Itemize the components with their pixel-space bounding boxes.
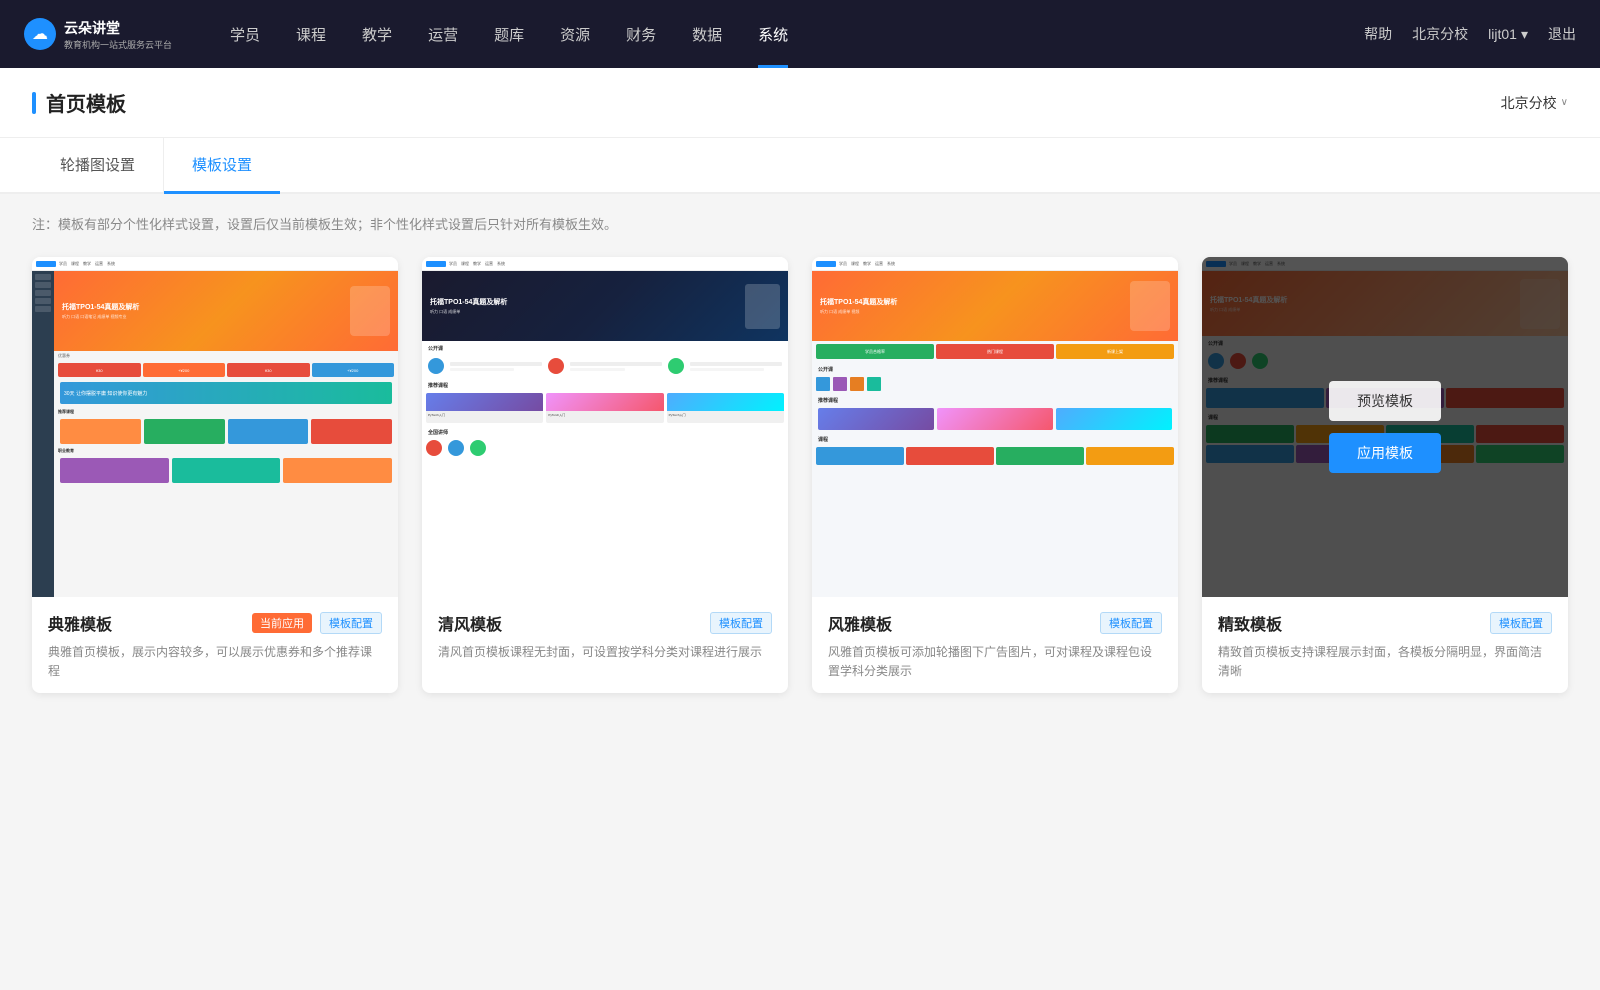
template-card-jingzhi: 学员课程教学运营系统 托福TPO1-54真题及解析 听力 口语 成绩单 公开课	[1202, 257, 1568, 693]
nav-item-teaching[interactable]: 教学	[344, 0, 410, 68]
navbar: ☁ 云朵讲堂 教育机构一站式服务云平台 学员 课程 教学 运营 题库 资源 财务…	[0, 0, 1600, 68]
template-name-qingfeng: 清风模板	[438, 611, 502, 635]
card-footer-jingzhi: 精致模板 模板配置 精致首页模板支持课程展示封面，各模板分隔明显，界面简洁清晰	[1202, 597, 1568, 693]
page-title: 首页模板	[46, 88, 126, 117]
main-content: 首页模板 北京分校 ∨ 轮播图设置 模板设置 注：模板有部分个性化样式设置，设置…	[0, 68, 1600, 990]
brand-logo[interactable]: ☁ 云朵讲堂 教育机构一站式服务云平台	[24, 18, 172, 51]
template-overlay-jingzhi: 预览模板 应用模板	[1202, 257, 1568, 597]
template-preview-qingfeng: 学员课程教学运营系统 托福TPO1-54真题及解析 听力 口语 成绩单 公开课	[422, 257, 788, 597]
preview-button-jingzhi[interactable]: 预览模板	[1329, 381, 1441, 421]
note-bar: 注：模板有部分个性化样式设置，设置后仅当前模板生效；非个性化样式设置后只针对所有…	[32, 194, 1568, 257]
current-badge-dianyang: 当前应用	[252, 613, 312, 633]
title-bar	[32, 92, 36, 114]
nav-item-finance[interactable]: 财务	[608, 0, 674, 68]
nav-item-data[interactable]: 数据	[674, 0, 740, 68]
template-desc-jingzhi: 精致首页模板支持课程展示封面，各模板分隔明显，界面简洁清晰	[1218, 643, 1552, 681]
nav-item-operations[interactable]: 运营	[410, 0, 476, 68]
config-badge-jingzhi[interactable]: 模板配置	[1490, 612, 1552, 634]
template-card-fengya: 学员课程教学运营系统 托福TPO1-54真题及解析 听力 口语 成绩单 视频 学…	[812, 257, 1178, 693]
cloud-icon: ☁	[24, 18, 56, 50]
nav-item-students[interactable]: 学员	[212, 0, 278, 68]
username: lijt01	[1488, 26, 1517, 42]
nav-item-system[interactable]: 系统	[740, 0, 806, 68]
template-preview-fengya: 学员课程教学运营系统 托福TPO1-54真题及解析 听力 口语 成绩单 视频 学…	[812, 257, 1178, 597]
config-badge-dianyang[interactable]: 模板配置	[320, 612, 382, 634]
template-card-dianyang: 学员课程教学运营系统	[32, 257, 398, 693]
brand-name: 云朵讲堂	[64, 18, 172, 38]
nav-item-questions[interactable]: 题库	[476, 0, 542, 68]
template-preview-jingzhi: 学员课程教学运营系统 托福TPO1-54真题及解析 听力 口语 成绩单 公开课	[1202, 257, 1568, 597]
branch-name: 北京分校	[1501, 93, 1557, 113]
tabs-container: 轮播图设置 模板设置	[0, 138, 1600, 194]
template-name-dianyang: 典雅模板	[48, 611, 112, 635]
tab-carousel[interactable]: 轮播图设置	[32, 138, 164, 194]
brand-sub: 教育机构一站式服务云平台	[64, 38, 172, 51]
template-name-jingzhi: 精致模板	[1218, 611, 1282, 635]
config-badge-qingfeng[interactable]: 模板配置	[710, 612, 772, 634]
nav-item-resources[interactable]: 资源	[542, 0, 608, 68]
template-desc-fengya: 风雅首页模板可添加轮播图下广告图片，可对课程及课程包设置学科分类展示	[828, 643, 1162, 681]
note-text: 注：模板有部分个性化样式设置，设置后仅当前模板生效；非个性化样式设置后只针对所有…	[32, 217, 617, 232]
template-card-qingfeng: 学员课程教学运营系统 托福TPO1-54真题及解析 听力 口语 成绩单 公开课	[422, 257, 788, 693]
tab-template[interactable]: 模板设置	[164, 138, 280, 194]
chevron-down-icon: ∨	[1561, 97, 1568, 108]
nav-right: 帮助 北京分校 lijt01 ▾ 退出	[1364, 24, 1576, 44]
card-footer-dianyang: 典雅模板 当前应用 模板配置 典雅首页模板，展示内容较多，可以展示优惠券和多个推…	[32, 597, 398, 693]
user-dropdown[interactable]: lijt01 ▾	[1488, 26, 1528, 43]
apply-button-jingzhi[interactable]: 应用模板	[1329, 433, 1441, 473]
card-footer-qingfeng: 清风模板 模板配置 清风首页模板课程无封面，可设置按学科分类对课程进行展示	[422, 597, 788, 674]
logout-link[interactable]: 退出	[1548, 24, 1576, 44]
nav-item-courses[interactable]: 课程	[278, 0, 344, 68]
template-desc-dianyang: 典雅首页模板，展示内容较多，可以展示优惠券和多个推荐课程	[48, 643, 382, 681]
card-footer-fengya: 风雅模板 模板配置 风雅首页模板可添加轮播图下广告图片，可对课程及课程包设置学科…	[812, 597, 1178, 693]
help-link[interactable]: 帮助	[1364, 24, 1392, 44]
template-name-fengya: 风雅模板	[828, 611, 892, 635]
config-badge-fengya[interactable]: 模板配置	[1100, 612, 1162, 634]
template-desc-qingfeng: 清风首页模板课程无封面，可设置按学科分类对课程进行展示	[438, 643, 772, 662]
branch-selector[interactable]: 北京分校 ∨	[1501, 93, 1568, 113]
dropdown-arrow: ▾	[1521, 26, 1528, 43]
page-header: 首页模板 北京分校 ∨	[0, 68, 1600, 138]
template-grid: 学员课程教学运营系统	[32, 257, 1568, 693]
template-preview-dianyang: 学员课程教学运营系统	[32, 257, 398, 597]
nav-menu: 学员 课程 教学 运营 题库 资源 财务 数据 系统	[212, 0, 1364, 68]
branch-link[interactable]: 北京分校	[1412, 24, 1468, 44]
